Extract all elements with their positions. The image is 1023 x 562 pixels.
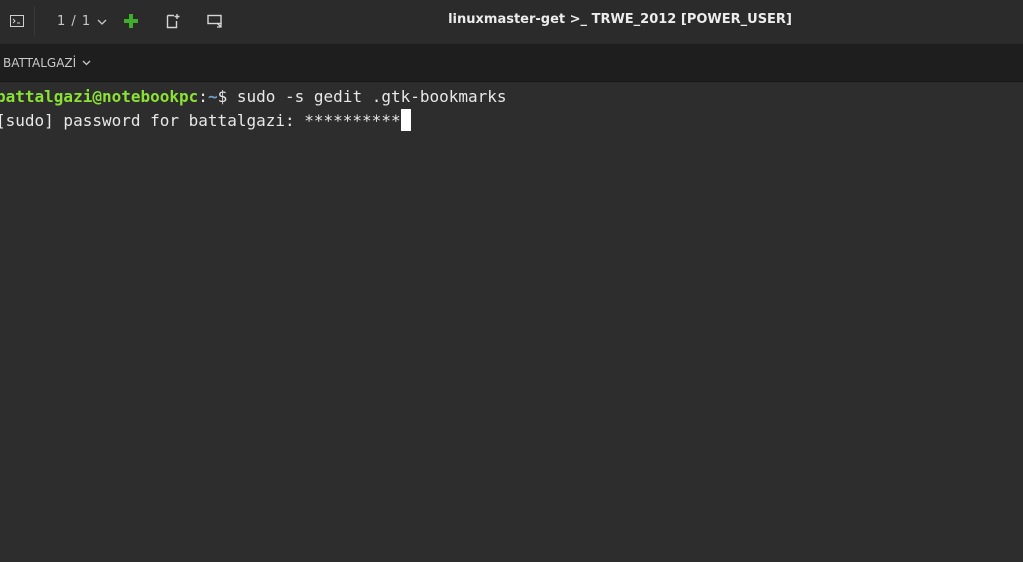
tab-counter-label: 1 / 1 xyxy=(57,13,92,29)
broadcast-button[interactable] xyxy=(204,10,226,32)
terminal-line-command: battalgazi@notebookpc:~$ sudo -s gedit .… xyxy=(0,85,1023,109)
prompt-user-host: battalgazi@notebookpc xyxy=(0,87,199,106)
plus-icon xyxy=(124,14,138,28)
split-terminal-button[interactable] xyxy=(162,10,184,32)
terminal-window: 1 / 1 linuxmaster-get >_ TRWE_2012 [POWE… xyxy=(0,0,1023,562)
tab-bar: BATTALGAZİ xyxy=(0,45,1023,82)
terminal-cursor xyxy=(400,109,411,131)
tab-battalgazi[interactable]: BATTALGAZİ xyxy=(0,45,91,81)
add-terminal-button[interactable] xyxy=(120,10,142,32)
window-title: linuxmaster-get >_ TRWE_2012 [POWER_USER… xyxy=(448,12,792,27)
prompt-path: ~ xyxy=(207,87,218,106)
broadcast-icon xyxy=(207,14,222,28)
sudo-password-prompt: [sudo] password for battalgazi: ********… xyxy=(0,111,401,130)
prompt-symbol: $ xyxy=(217,87,237,106)
titlebar-divider xyxy=(34,6,35,36)
split-terminal-icon xyxy=(166,14,180,29)
command-text: sudo -s gedit .gtk-bookmarks xyxy=(236,87,507,106)
chevron-down-icon xyxy=(82,60,91,66)
tab-label: BATTALGAZİ xyxy=(3,56,77,70)
terminal-icon[interactable] xyxy=(0,0,34,42)
tab-counter-dropdown[interactable]: 1 / 1 xyxy=(57,12,107,30)
prompt-separator: : xyxy=(198,87,208,106)
chevron-down-icon xyxy=(97,14,107,29)
terminal-line-sudo-prompt: [sudo] password for battalgazi: ********… xyxy=(0,109,1023,133)
title-bar: 1 / 1 linuxmaster-get >_ TRWE_2012 [POWE… xyxy=(0,0,1023,45)
terminal-output[interactable]: battalgazi@notebookpc:~$ sudo -s gedit .… xyxy=(0,82,1023,562)
